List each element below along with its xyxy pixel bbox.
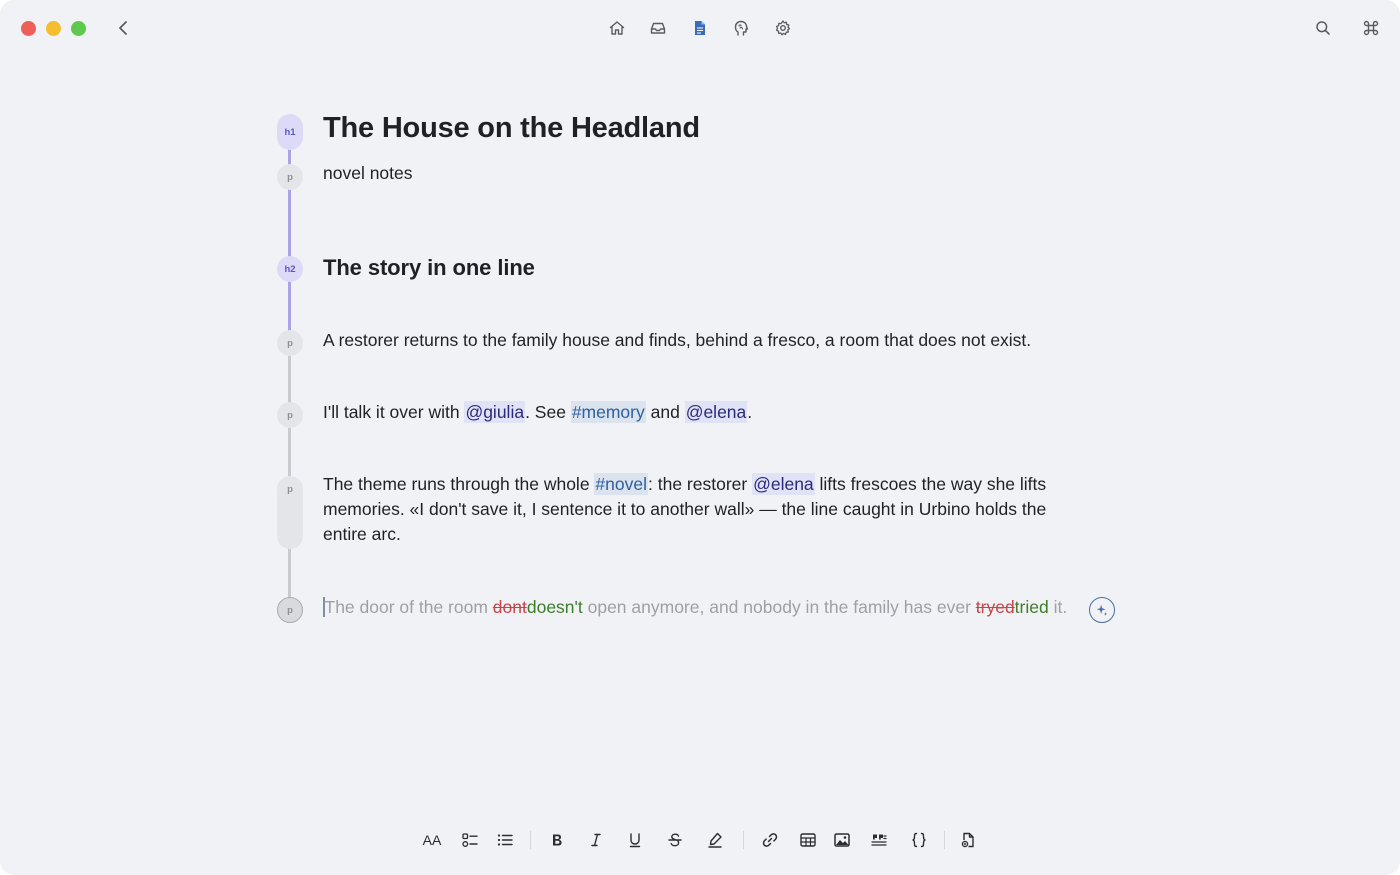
suggestion-deletion[interactable]: tryed: [976, 597, 1015, 617]
checklist-button[interactable]: [455, 826, 485, 854]
paragraph-draft-suggestion[interactable]: The door of the room dontdoesn't open an…: [323, 595, 1083, 620]
strikethrough-icon: [668, 833, 682, 847]
text-run: .: [747, 402, 753, 422]
search-button[interactable]: [1309, 14, 1337, 42]
document-icon: [695, 21, 705, 35]
sparkle-icon: [1096, 604, 1108, 616]
paragraph-logline[interactable]: A restorer returns to the family house a…: [323, 328, 1083, 353]
text-run: . See: [525, 402, 571, 422]
back-button[interactable]: [110, 14, 138, 42]
nav-document-button[interactable]: [686, 14, 714, 42]
badge-label: p: [287, 337, 293, 349]
nav-brain-button[interactable]: [727, 14, 755, 42]
chevron-left-icon: [119, 21, 127, 35]
image-icon: [834, 833, 850, 847]
quote-icon: [871, 834, 887, 846]
badge-label: p: [287, 171, 293, 183]
badge-label: h1: [284, 126, 296, 138]
nav-inbox-button[interactable]: [644, 14, 672, 42]
italic-button[interactable]: [581, 826, 611, 854]
block-badge-h1[interactable]: h1: [277, 114, 303, 150]
block-badge-p[interactable]: p: [277, 476, 303, 549]
toolbar-divider: [530, 831, 531, 849]
mention-link[interactable]: @elena: [684, 401, 748, 423]
bullet-list-icon: [497, 834, 513, 846]
search-icon: [1316, 21, 1330, 35]
command-palette-button[interactable]: [1357, 14, 1385, 42]
image-button[interactable]: [827, 826, 857, 854]
inbox-icon: [650, 22, 666, 34]
underline-button[interactable]: [620, 826, 650, 854]
badge-label: p: [287, 604, 293, 616]
text-run: it.: [1048, 597, 1068, 617]
block-badge-p[interactable]: p: [277, 330, 303, 356]
command-icon: [1363, 20, 1379, 36]
document-title[interactable]: The House on the Headland: [323, 112, 700, 145]
hashtag-link[interactable]: #memory: [570, 401, 646, 423]
brain-icon: [734, 20, 749, 36]
attachment-button[interactable]: [953, 826, 983, 854]
mention-link[interactable]: @elena: [752, 473, 815, 495]
underline-icon: [629, 833, 641, 848]
quote-button[interactable]: [864, 826, 894, 854]
text-size-icon: AA: [422, 832, 442, 848]
text-run: I'll talk it over with: [323, 402, 465, 422]
paragraph-mentions[interactable]: I'll talk it over with @giulia. See #mem…: [323, 400, 1083, 425]
section-heading[interactable]: The story in one line: [323, 255, 535, 281]
outline-rail-heading: [288, 140, 291, 270]
nav-settings-button[interactable]: [769, 14, 797, 42]
link-button[interactable]: [755, 826, 785, 854]
text-run: The door of the room: [324, 597, 493, 617]
home-icon: [609, 21, 625, 35]
bullet-list-button[interactable]: [490, 826, 520, 854]
toolbar-divider: [743, 831, 744, 849]
bold-icon: [553, 834, 562, 846]
suggestion-deletion[interactable]: dont: [493, 597, 527, 617]
text-size-button[interactable]: AA: [417, 826, 447, 854]
italic-icon: [591, 833, 601, 847]
outline-rail-paragraphs: [288, 340, 291, 610]
highlight-icon: [708, 832, 722, 848]
ai-assist-button[interactable]: [1089, 597, 1115, 623]
toolbar-divider: [944, 831, 945, 849]
text-run: and: [645, 402, 685, 422]
highlight-button[interactable]: [700, 826, 730, 854]
table-icon: [800, 833, 816, 847]
text-run: The theme runs through the whole: [323, 474, 595, 494]
window-minimize-button[interactable]: [46, 21, 61, 36]
checklist-icon: [462, 833, 478, 847]
block-badge-p[interactable]: p: [277, 164, 303, 190]
hashtag-link[interactable]: #novel: [594, 473, 648, 495]
text-run: : the restorer: [648, 474, 753, 494]
block-badge-p-active[interactable]: p: [277, 597, 303, 623]
block-badge-p[interactable]: p: [277, 402, 303, 428]
window-maximize-button[interactable]: [71, 21, 86, 36]
suggestion-insertion[interactable]: doesn't: [527, 597, 583, 617]
nav-home-button[interactable]: [603, 14, 631, 42]
window-close-button[interactable]: [21, 21, 36, 36]
link-icon: [762, 833, 778, 847]
mention-link[interactable]: @giulia: [464, 401, 526, 423]
strikethrough-button[interactable]: [660, 826, 690, 854]
suggestion-insertion[interactable]: tried: [1015, 597, 1049, 617]
paragraph-theme[interactable]: The theme runs through the whole #novel:…: [323, 472, 1083, 547]
document-subtitle[interactable]: novel notes: [323, 163, 413, 184]
code-block-button[interactable]: [904, 826, 934, 854]
gear-icon: [775, 20, 791, 36]
table-button[interactable]: [793, 826, 823, 854]
badge-label: p: [287, 409, 293, 421]
code-braces-icon: [912, 832, 926, 848]
bold-button[interactable]: [542, 826, 572, 854]
attachment-icon: [961, 832, 974, 848]
badge-label: p: [287, 484, 293, 495]
app-window: h1 p h2 p p p p The House on the Headlan…: [0, 0, 1400, 875]
block-badge-h2[interactable]: h2: [277, 256, 303, 282]
text-run: open anymore, and nobody in the family h…: [582, 597, 976, 617]
badge-label: h2: [284, 263, 296, 275]
